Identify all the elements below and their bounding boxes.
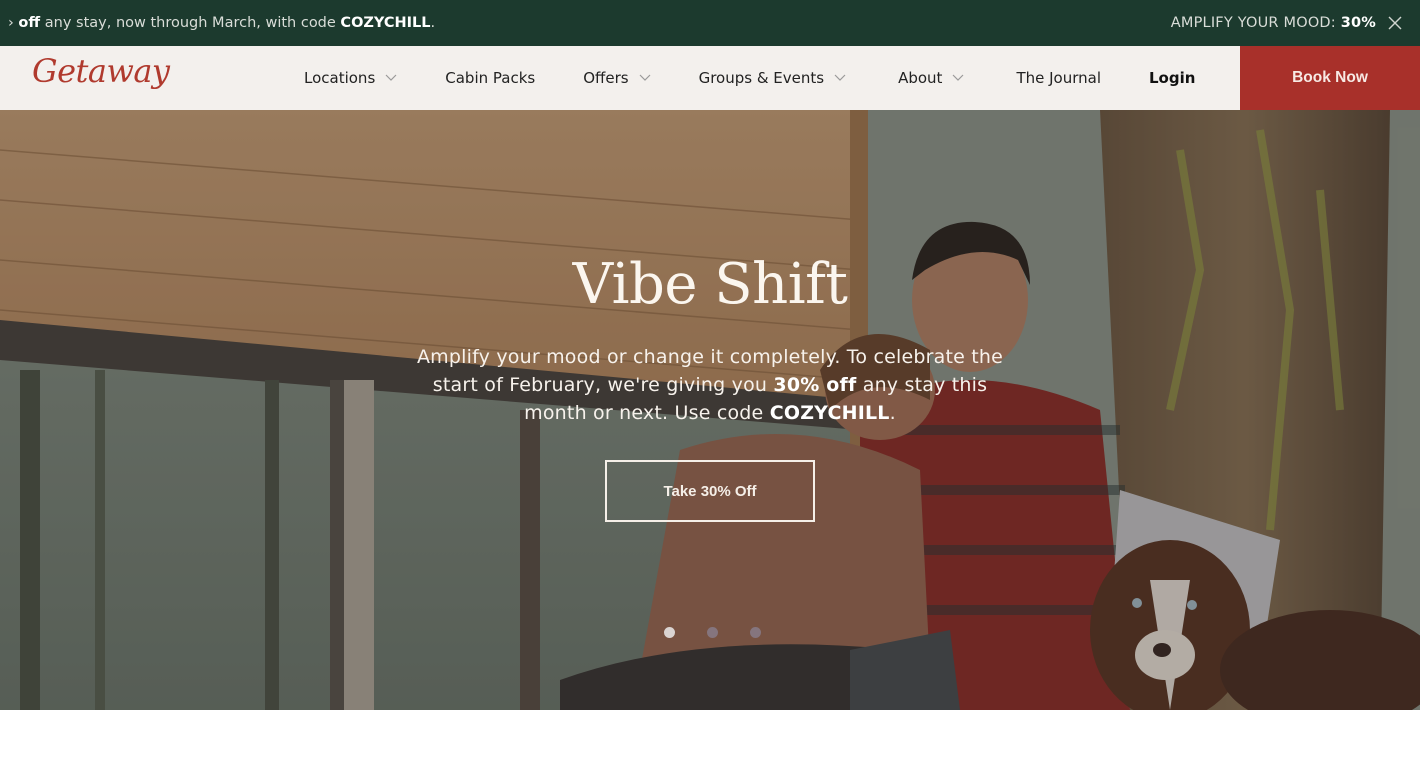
nav-items: Locations Cabin Packs Offers Groups & Ev…: [304, 46, 1195, 110]
hero-discount: 30% off: [773, 374, 857, 396]
marquee-code: COZYCHILL: [340, 15, 431, 31]
hero-description: Amplify your mood or change it completel…: [400, 343, 1020, 427]
marquee-text: any stay, now through March, with code: [40, 15, 341, 31]
nav-item-label: Locations: [304, 69, 376, 87]
content-section: [0, 710, 1420, 780]
nav-item-cabin-packs[interactable]: Cabin Packs: [445, 69, 535, 87]
promo-headline-text: AMPLIFY YOUR MOOD:: [1170, 15, 1341, 31]
hero-promo-code: COZYCHILL: [769, 402, 890, 424]
hero-title: Vibe Shift: [572, 252, 848, 317]
nav-item-label: Offers: [583, 69, 629, 87]
nav-item-label: About: [898, 69, 943, 87]
promo-bar: › off any stay, now through March, with …: [0, 0, 1420, 46]
chevron-down-icon: [953, 74, 964, 81]
main-nav: Getaway Locations Cabin Packs Offers Gro…: [0, 46, 1420, 110]
nav-item-label: Groups & Events: [698, 69, 825, 87]
book-now-button[interactable]: Book Now: [1240, 46, 1420, 110]
chevron-down-icon: [639, 74, 651, 81]
nav-item-groups-events[interactable]: Groups & Events: [699, 69, 847, 87]
carousel-dot-3[interactable]: [750, 627, 761, 638]
nav-item-label: The Journal: [1016, 69, 1101, 87]
nav-item-label: Login: [1149, 69, 1196, 87]
nav-item-offers[interactable]: Offers: [583, 69, 651, 87]
login-link[interactable]: Login: [1149, 69, 1195, 87]
hero-banner: Vibe Shift Amplify your mood or change i…: [0, 110, 1420, 710]
nav-item-journal[interactable]: The Journal: [1016, 69, 1101, 87]
logo[interactable]: Getaway: [32, 52, 170, 90]
marquee-end: .: [430, 15, 436, 31]
nav-item-label: Cabin Packs: [445, 69, 536, 87]
carousel-dot-1[interactable]: [664, 627, 675, 638]
nav-item-about[interactable]: About: [898, 69, 964, 87]
take-30-off-button[interactable]: Take 30% Off: [605, 460, 815, 522]
chevron-down-icon: [834, 74, 846, 81]
promo-marquee: › off any stay, now through March, with …: [8, 0, 435, 46]
nav-item-locations[interactable]: Locations: [304, 69, 397, 87]
promo-headline-bold: 30%: [1340, 15, 1376, 31]
carousel-dots: [664, 627, 761, 638]
hero-body-end: .: [889, 402, 896, 424]
promo-headline: AMPLIFY YOUR MOOD: 30%: [1171, 0, 1376, 46]
close-icon[interactable]: [1386, 14, 1404, 32]
chevron-down-icon: [385, 74, 397, 81]
marquee-bold: off: [18, 15, 41, 31]
marquee-prefix: ›: [8, 15, 19, 31]
carousel-dot-2[interactable]: [707, 627, 718, 638]
